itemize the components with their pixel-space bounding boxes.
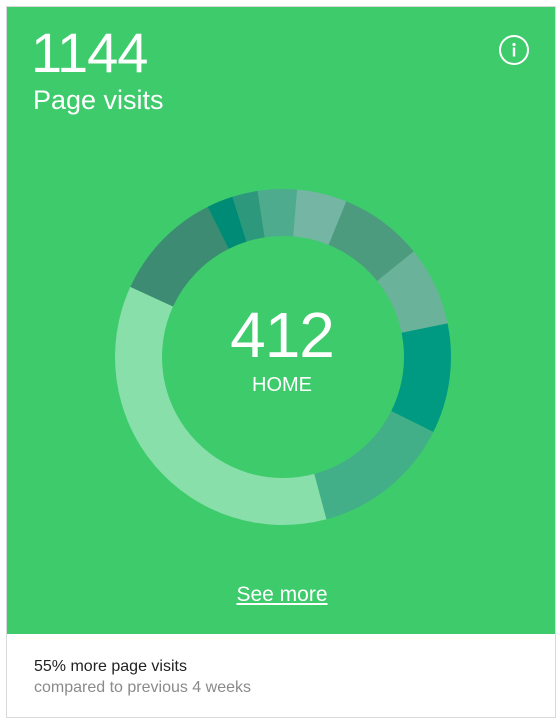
see-more-link[interactable]: See more — [236, 583, 327, 606]
donut-slice-2[interactable] — [130, 206, 229, 307]
chart-center-value: 412 — [230, 299, 335, 371]
chart-center-label: HOME — [252, 374, 312, 396]
donut-slice-10[interactable] — [314, 411, 434, 520]
see-more-container: See more — [7, 583, 555, 607]
footer-title: 55% more page visits — [34, 658, 187, 675]
page-visits-card: 1144 Page visits 412 HOME See more 55% m… — [6, 6, 556, 718]
footer-subtitle: compared to previous 4 weeks — [34, 679, 251, 696]
metric-panel: 1144 Page visits 412 HOME See more — [7, 7, 555, 634]
